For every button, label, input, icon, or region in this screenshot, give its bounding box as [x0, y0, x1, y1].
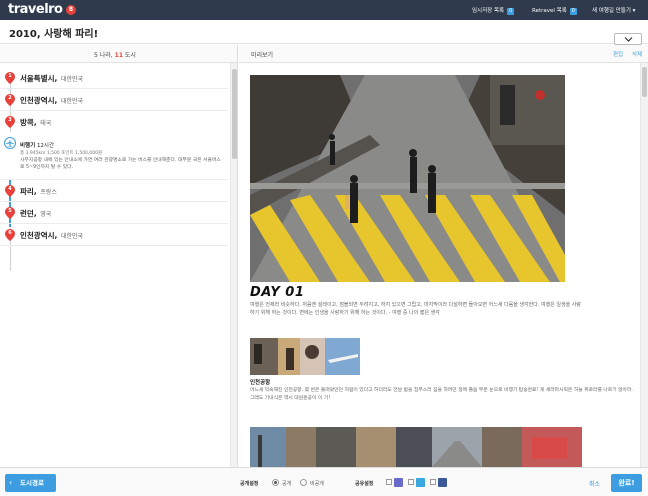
twitter-icon — [416, 478, 425, 487]
city-count: 11 — [114, 52, 123, 59]
city-item[interactable]: 6 인천광역시, 대한민국 — [0, 224, 228, 246]
transport-description: 사무지공항 내에 있는 안내소에 가면 여러 관광명소로 가는 버스를 안내해준… — [20, 158, 221, 170]
city-name: 파리, 프랑스 — [20, 187, 57, 196]
new-trip-menu[interactable]: 새 여행길 만들기 ▾ — [592, 6, 635, 14]
transport-name: 비행기 12시간 — [20, 143, 55, 149]
transport-item[interactable]: 비행기 12시간 총 3,945km 1,500 포인트 1,500,000원 … — [0, 132, 228, 180]
city-order: 6 — [8, 230, 12, 236]
route-summary-header: 5 나라, 11 도시 — [0, 45, 237, 63]
city-order: 3 — [8, 117, 12, 123]
day-description: 여행은 언제라 비슷하다. 처음엔 설레이고, 점볼되면 두려지고, 하지 있으… — [250, 302, 581, 316]
share-facebook-checkbox[interactable] — [430, 479, 436, 485]
retravel-list-link[interactable]: Retravel 목록 0 — [532, 6, 577, 15]
me2day-icon — [394, 478, 403, 487]
city-order: 5 — [8, 208, 12, 214]
city-country: 영국 — [40, 211, 52, 218]
city-item[interactable]: 2 인천광역시, 대한민국 — [0, 89, 228, 111]
scroll-thumb[interactable] — [642, 67, 647, 97]
private-option-label: 비공개 — [310, 481, 324, 487]
preview-label: 미리보기 — [251, 52, 274, 59]
travelro-logo[interactable]: travelro — [8, 2, 63, 17]
city-order: 2 — [8, 95, 12, 101]
city-country: 대한민국 — [60, 98, 84, 105]
city-name: 방콕, 태국 — [20, 118, 52, 127]
chevron-left-icon: ‹ — [9, 478, 13, 487]
country-count: 5 나라, — [94, 52, 115, 59]
route-scrollbar[interactable] — [230, 63, 237, 467]
top-bar: travelro 8 임시저장 목록 0 Retravel 목록 0 새 여행길 만… — [0, 0, 648, 20]
crosswalk-photo — [250, 75, 565, 282]
city-item[interactable]: 5 런던, 영국 — [0, 202, 228, 224]
temp-save-count: 0 — [507, 8, 515, 15]
chevron-down-icon — [624, 37, 633, 42]
edit-link[interactable]: 편집 — [613, 50, 623, 58]
preview-header: 미리보기 편집 삭제 — [239, 45, 648, 63]
city-route-panel: 5 나라, 11 도시 1 서울특별시, 대한민국 2 인천광역시, 대한민국 … — [0, 45, 238, 467]
retravel-list-label: Retravel 목록 — [532, 8, 567, 14]
temp-save-list-link[interactable]: 임시저장 목록 0 — [472, 6, 515, 15]
airport-photo-strip — [250, 338, 360, 375]
facebook-icon — [438, 478, 447, 487]
route-summary: 5 나라, 11 도시 — [0, 50, 230, 59]
retravel-count: 0 — [569, 8, 577, 15]
place-description: 어느새 익숙해진 인천공항. 몇 번은 들떠왔던던 처럼이 있다고 하더라도 전… — [250, 388, 633, 401]
transport-duration: 12시간 — [36, 143, 55, 149]
city-name: 인천광역시, 대한민국 — [20, 96, 84, 105]
city-name: 인천광역시, 대한민국 — [20, 231, 84, 240]
title-bar: 2010, 사랑해 파리! — [0, 20, 648, 44]
city-name: 서울특별시, 대한민국 — [20, 74, 84, 83]
airplane-icon — [4, 137, 16, 149]
scroll-thumb[interactable] — [232, 69, 237, 159]
city-photo-strip — [250, 427, 582, 467]
day-title: DAY 01 — [250, 285, 305, 300]
collapse-button[interactable] — [614, 33, 642, 45]
city-country: 대한민국 — [60, 76, 84, 83]
city-country: 대한민국 — [60, 233, 84, 240]
trip-title: 2010, 사랑해 파리! — [9, 29, 99, 40]
public-radio[interactable] — [272, 479, 279, 486]
place-title: 인천공항 — [250, 380, 271, 386]
cancel-link[interactable]: 취소 — [589, 479, 600, 488]
temp-save-list-label: 임시저장 목록 — [472, 8, 505, 14]
back-to-route-button[interactable]: ‹ 도시경로 — [5, 474, 56, 492]
city-name: 런던, 영국 — [20, 209, 52, 218]
delete-link[interactable]: 삭제 — [632, 50, 642, 58]
public-option-label: 공개 — [282, 481, 292, 487]
share-twitter-checkbox[interactable] — [408, 479, 414, 485]
city-item[interactable]: 4 파리, 프랑스 — [0, 180, 228, 202]
city-order: 4 — [8, 186, 12, 192]
back-button-label: 도시경로 — [20, 479, 44, 487]
done-button[interactable]: 완료! — [611, 474, 642, 492]
private-radio[interactable] — [300, 479, 307, 486]
city-order: 1 — [8, 73, 12, 79]
transport-details: 총 3,945km 1,500 포인트 1,500,000원 — [20, 151, 103, 156]
city-country: 태국 — [40, 120, 52, 127]
preview-panel: 미리보기 편집 삭제 DAY 01 여행은 언제라 비슷하다. 처음엔 설레이고… — [239, 45, 648, 467]
bottom-bar: ‹ 도시경로 공개설정 공개 비공개 공유설정 취소 완료! — [0, 467, 648, 496]
city-unit: 도시 — [123, 52, 136, 59]
share-me2day-checkbox[interactable] — [386, 479, 392, 485]
preview-scrollbar[interactable] — [640, 63, 648, 467]
notification-badge[interactable]: 8 — [66, 5, 76, 15]
city-country: 프랑스 — [40, 189, 57, 196]
public-setting-label: 공개설정 — [240, 481, 259, 487]
share-setting-label: 공유설정 — [355, 481, 374, 487]
city-item[interactable]: 1 서울특별시, 대한민국 — [0, 67, 228, 89]
city-item[interactable]: 3 방콕, 태국 — [0, 111, 228, 133]
